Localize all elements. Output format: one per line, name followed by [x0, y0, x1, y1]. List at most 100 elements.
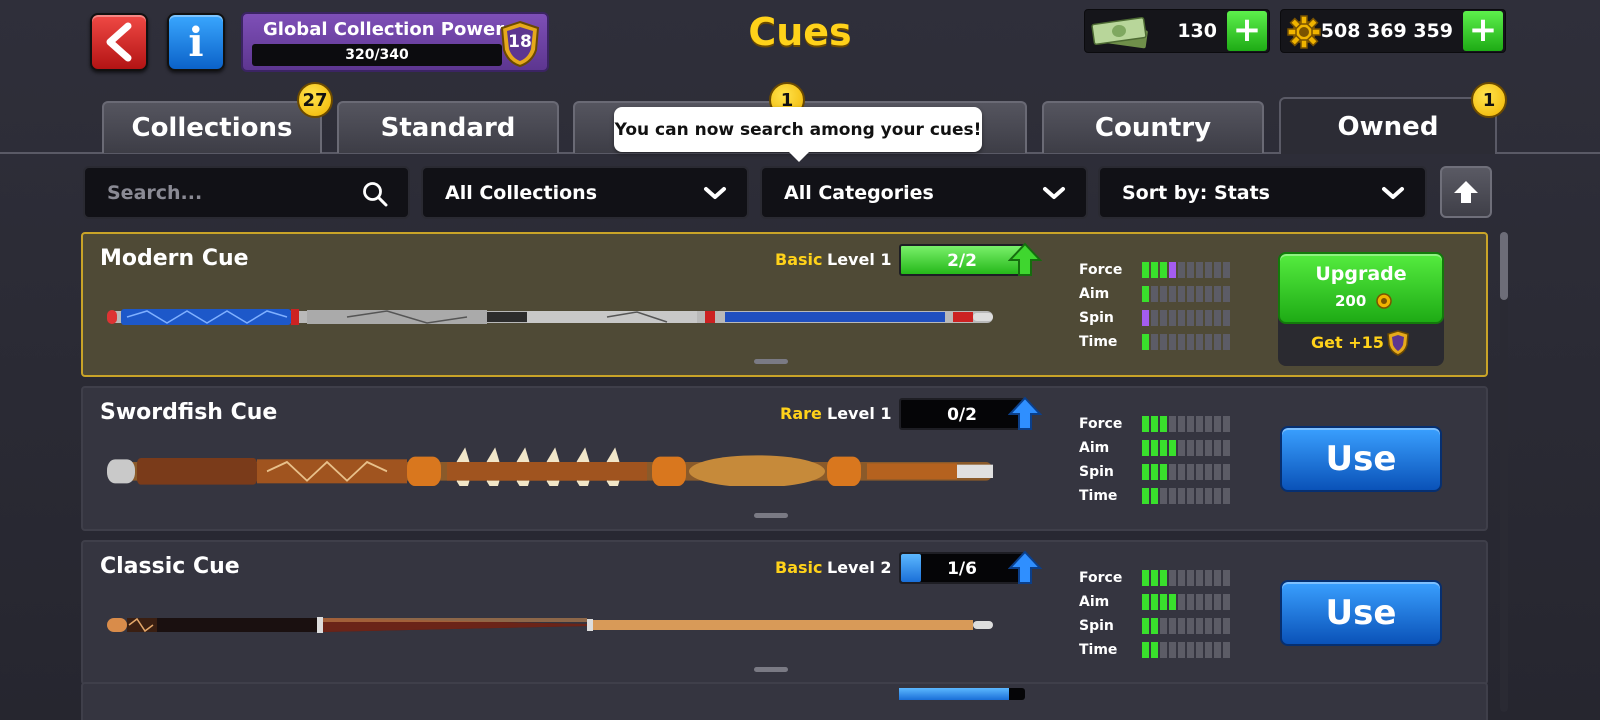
- upgrade-panel: Upgrade 200 Get +15: [1278, 252, 1444, 366]
- cue-level: Level 1: [827, 250, 892, 269]
- stat-bar-spin: [1142, 464, 1230, 480]
- search-tooltip: You can now search among your cues!: [614, 107, 982, 162]
- card-expand-handle[interactable]: [754, 667, 788, 672]
- cue-card-modern[interactable]: Modern Cue Basic Level 1 2/2 Force Aim S…: [81, 232, 1488, 377]
- categories-dropdown[interactable]: All Categories: [760, 166, 1088, 219]
- use-cue-button[interactable]: Use: [1280, 426, 1442, 492]
- tab-label: Standard: [380, 113, 516, 143]
- stat-label-force: Force: [1079, 262, 1123, 278]
- stat-segment: [1187, 310, 1194, 326]
- info-button[interactable]: i: [167, 13, 225, 71]
- list-scrollbar[interactable]: [1500, 232, 1508, 712]
- stat-segment: [1142, 262, 1149, 278]
- stat-segment: [1178, 310, 1185, 326]
- card-expand-handle[interactable]: [754, 513, 788, 518]
- stat-segment: [1169, 310, 1176, 326]
- cue-card-classic[interactable]: Classic Cue Basic Level 2 1/6 Force Aim …: [81, 540, 1488, 685]
- stat-segment: [1187, 334, 1194, 350]
- stat-label-spin: Spin: [1079, 618, 1114, 634]
- chevron-down-icon: [704, 187, 726, 199]
- stat-segment: [1160, 570, 1167, 586]
- sort-order-button[interactable]: [1440, 166, 1492, 218]
- back-arrow-icon: [106, 22, 132, 62]
- tab-standard[interactable]: Standard: [337, 101, 559, 153]
- upgrade-label: Upgrade: [1315, 263, 1407, 285]
- search-placeholder: Search...: [107, 182, 203, 204]
- collections-dropdown-value: All Collections: [445, 182, 597, 204]
- stat-segment: [1169, 642, 1176, 658]
- stat-segment: [1151, 642, 1158, 658]
- stat-label-time: Time: [1079, 488, 1118, 504]
- collections-dropdown[interactable]: All Collections: [421, 166, 749, 219]
- upgrade-button[interactable]: Upgrade 200: [1278, 252, 1444, 324]
- collection-power-bar: 320/340: [252, 44, 502, 66]
- tab-collections[interactable]: Collections: [102, 101, 322, 153]
- stat-segment: [1223, 262, 1230, 278]
- upgrade-arrow-icon: [1008, 550, 1042, 584]
- stat-segment: [1205, 464, 1212, 480]
- tab-country[interactable]: Country: [1042, 101, 1264, 153]
- stat-segment: [1169, 618, 1176, 634]
- stat-segment: [1142, 416, 1149, 432]
- stat-segment: [1223, 570, 1230, 586]
- stat-segment: [1196, 416, 1203, 432]
- cue-progress-bar: 0/2: [899, 398, 1025, 430]
- cue-level: Level 1: [827, 404, 892, 423]
- stat-segment: [1169, 440, 1176, 456]
- stat-segment: [1160, 262, 1167, 278]
- card-expand-handle[interactable]: [754, 359, 788, 364]
- global-collection-power[interactable]: Global Collection Power 320/340 18: [241, 12, 549, 72]
- stat-segment: [1151, 440, 1158, 456]
- modern-cue-image: [107, 309, 993, 325]
- cue-progress-text: 2/2: [947, 251, 977, 271]
- coin-icon: [1287, 15, 1321, 49]
- stat-segment: [1196, 570, 1203, 586]
- stat-segment: [1196, 310, 1203, 326]
- stat-segment: [1196, 464, 1203, 480]
- chevron-down-icon: [1382, 187, 1404, 199]
- stat-segment: [1196, 618, 1203, 634]
- stat-bar-spin: [1142, 618, 1230, 634]
- stat-segment: [1151, 334, 1158, 350]
- stat-segment: [1196, 440, 1203, 456]
- stat-segment: [1142, 594, 1149, 610]
- stat-segment: [1178, 570, 1185, 586]
- stat-segment: [1151, 570, 1158, 586]
- buy-coins-button[interactable]: +: [1463, 11, 1503, 51]
- stat-segment: [1169, 262, 1176, 278]
- buy-cash-button[interactable]: +: [1227, 11, 1267, 51]
- scrollbar-thumb[interactable]: [1500, 232, 1508, 300]
- chevron-down-icon: [1043, 187, 1065, 199]
- shield-icon: [1387, 330, 1409, 356]
- stat-segment: [1169, 594, 1176, 610]
- collection-power-progress: 320/340: [345, 47, 409, 63]
- stat-segment: [1160, 286, 1167, 302]
- stat-segment: [1142, 570, 1149, 586]
- stat-label-spin: Spin: [1079, 310, 1114, 326]
- stat-segment: [1178, 618, 1185, 634]
- stat-segment: [1151, 310, 1158, 326]
- stat-segment: [1196, 262, 1203, 278]
- stat-segment: [1142, 440, 1149, 456]
- tab-owned[interactable]: Owned: [1279, 97, 1497, 154]
- sort-dropdown[interactable]: Sort by: Stats: [1098, 166, 1427, 219]
- cue-progress-bar: [899, 688, 1025, 700]
- stat-segment: [1214, 488, 1221, 504]
- stat-segment: [1214, 262, 1221, 278]
- swordfish-cue-image: [107, 447, 993, 486]
- stat-segment: [1169, 488, 1176, 504]
- stat-segment: [1214, 642, 1221, 658]
- back-button[interactable]: [90, 13, 148, 71]
- search-input[interactable]: Search...: [83, 166, 410, 219]
- cash-icon: [1091, 16, 1148, 49]
- stat-segment: [1187, 464, 1194, 480]
- stat-segment: [1151, 464, 1158, 480]
- cue-progress-text: 0/2: [947, 405, 977, 425]
- use-cue-button[interactable]: Use: [1280, 580, 1442, 646]
- cue-progress-text: 1/6: [947, 559, 977, 579]
- stat-segment: [1160, 488, 1167, 504]
- search-icon: [363, 182, 388, 207]
- stat-segment: [1187, 488, 1194, 504]
- cue-card-partial[interactable]: [81, 682, 1488, 720]
- cue-card-swordfish[interactable]: Swordfish Cue Rare Level 1 0/2 Force Aim…: [81, 386, 1488, 531]
